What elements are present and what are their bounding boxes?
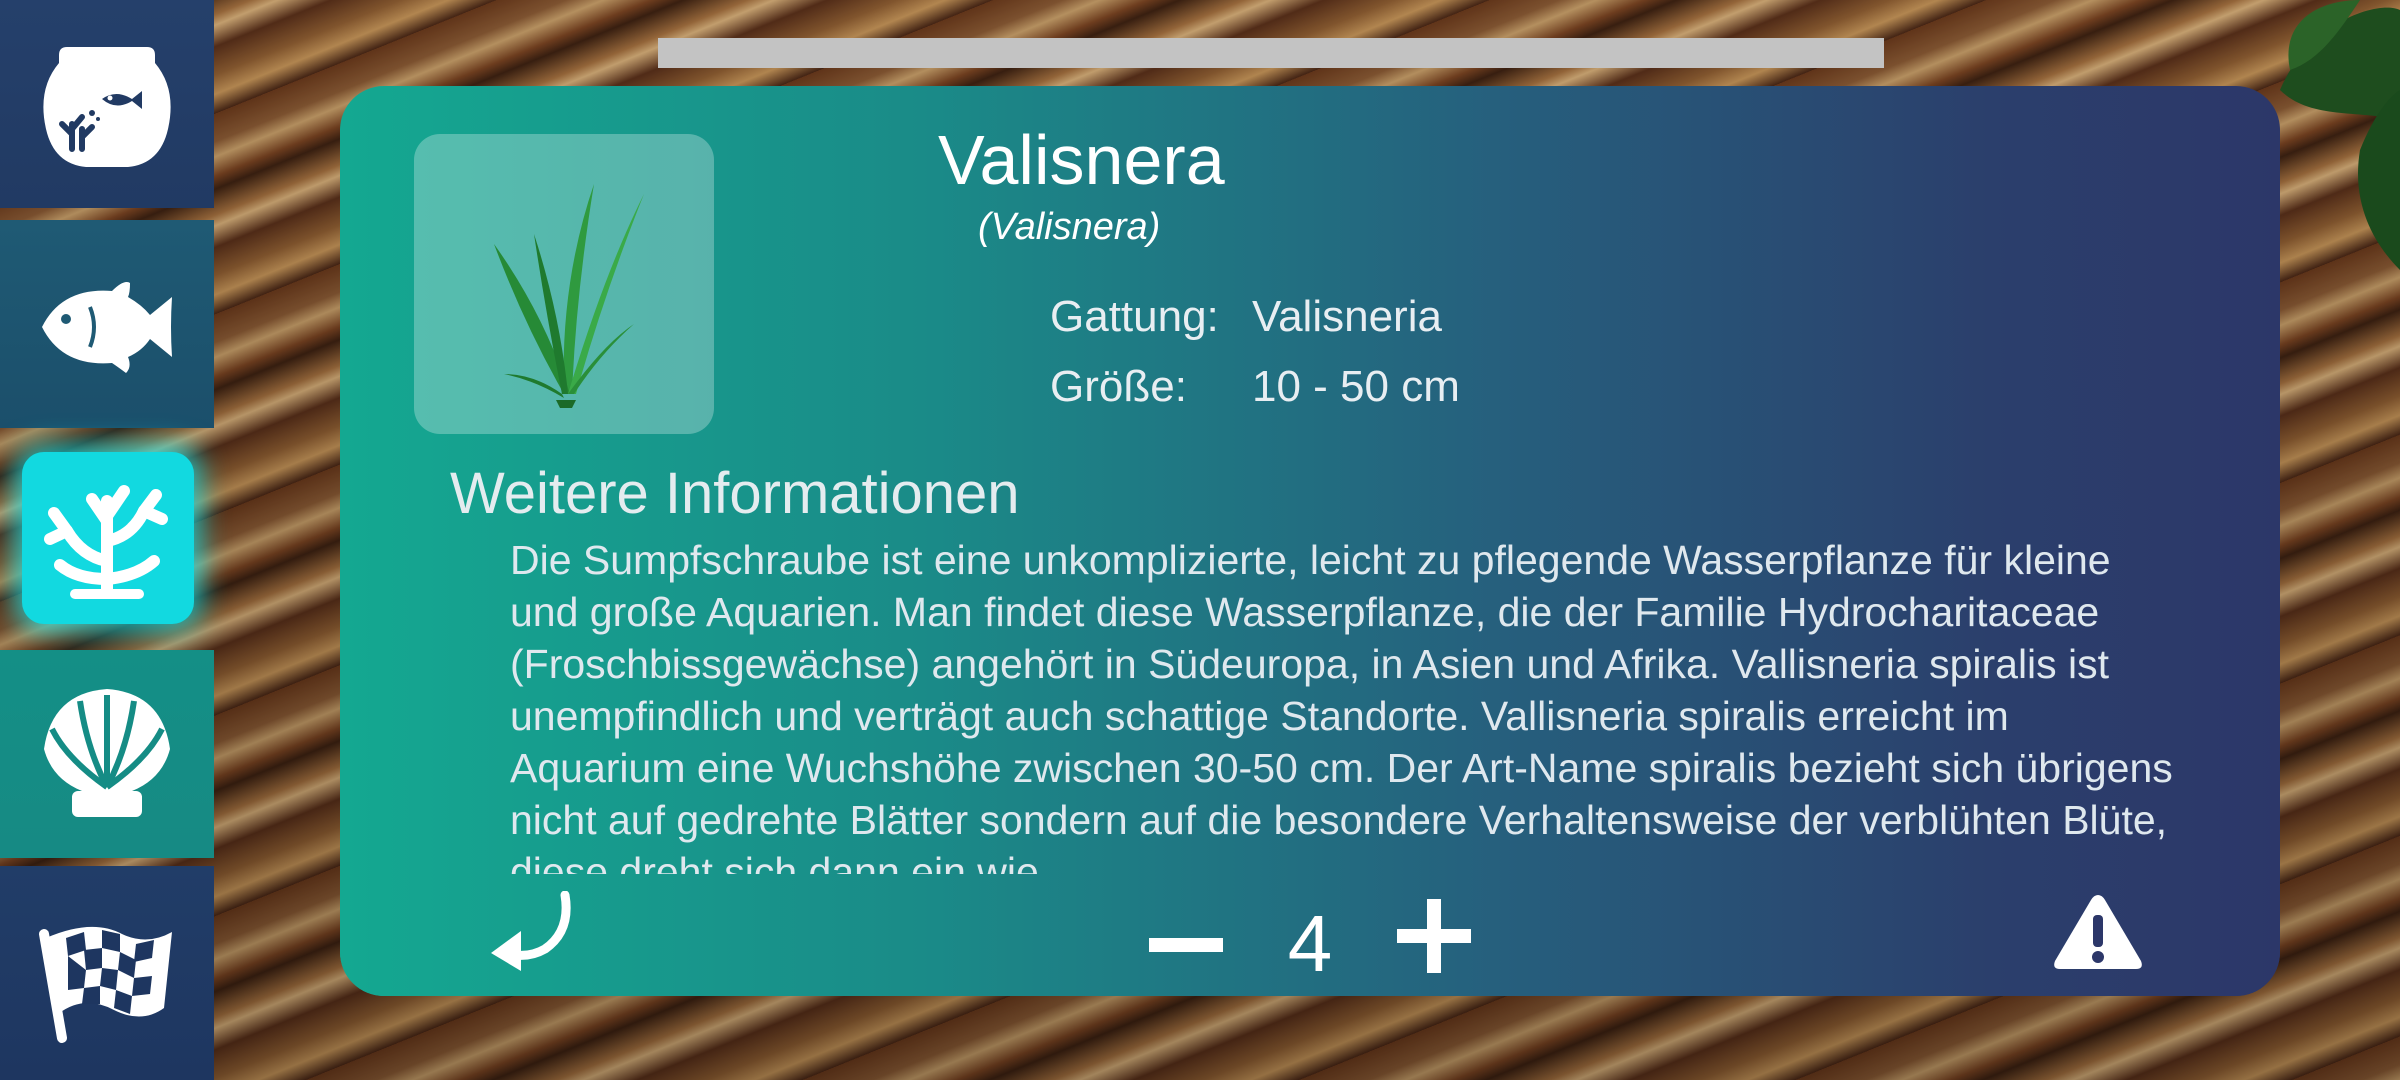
aquarium-icon	[32, 29, 182, 179]
sidebar-item-decoration[interactable]	[0, 650, 214, 858]
back-button[interactable]	[480, 886, 580, 976]
section-title-more-info: Weitere Informationen	[450, 461, 1020, 526]
plant-scientific-name: (Valisnera)	[978, 206, 1161, 248]
sidebar-item-plants[interactable]	[0, 432, 214, 640]
genus-label: Gattung:	[1050, 292, 1219, 341]
plant-detail-panel: Valisnera (Valisnera) Gattung: Valisneri…	[340, 86, 2280, 996]
shell-icon	[32, 679, 182, 829]
vallisneria-plant-icon	[494, 184, 644, 408]
return-arrow-icon	[491, 891, 571, 971]
sidebar-item-challenges[interactable]	[0, 866, 214, 1080]
size-value: 10 - 50 cm	[1252, 362, 1460, 411]
sidebar-item-aquarium[interactable]	[0, 0, 214, 208]
decrease-button[interactable]	[1146, 916, 1226, 976]
minus-icon	[1149, 938, 1223, 952]
fish-icon	[32, 249, 182, 399]
quantity-value: 4	[1287, 899, 1333, 988]
sidebar	[0, 0, 214, 1080]
top-progress-bar	[658, 38, 1884, 68]
checkered-flag-icon	[32, 898, 182, 1048]
increase-button[interactable]	[1394, 896, 1474, 976]
size-label: Größe:	[1050, 362, 1187, 411]
plus-icon	[1397, 899, 1471, 973]
warning-icon	[2054, 895, 2142, 969]
coral-icon	[32, 461, 182, 611]
warning-button[interactable]	[2050, 886, 2146, 976]
description-text[interactable]: Die Sumpfschraube ist eine unkompliziert…	[510, 534, 2190, 874]
plant-title: Valisnera	[938, 121, 1225, 199]
sidebar-item-fish[interactable]	[0, 220, 214, 428]
plant-thumbnail	[414, 134, 714, 434]
genus-value: Valisneria	[1252, 292, 1442, 341]
